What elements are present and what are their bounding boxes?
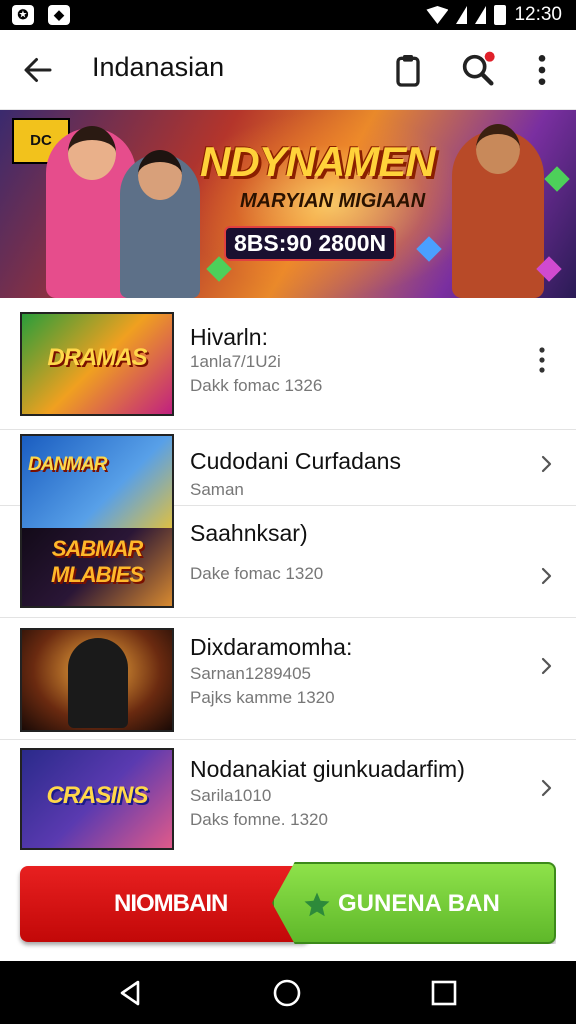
- chevron-right-icon[interactable]: [536, 454, 556, 474]
- game-thumbnail: CRASINS: [20, 748, 174, 850]
- hero-warrior-illustration: [452, 124, 544, 298]
- back-triangle-icon[interactable]: [114, 977, 146, 1009]
- hero-man-illustration: [120, 150, 200, 298]
- item-meta: Sarnan1289405: [190, 664, 312, 683]
- page-title: Indanasian: [92, 52, 225, 82]
- primary-red-button[interactable]: NIOMBAIN: [20, 866, 310, 942]
- banner-title: NDYNAMEN: [200, 138, 436, 185]
- chevron-right-icon[interactable]: [536, 566, 556, 586]
- list-item[interactable]: DRAMAS Hivarln: 1anla7/1U2i Dakk fomac 1…: [0, 298, 576, 430]
- item-meta: Saman: [190, 480, 244, 499]
- item-meta: Dakk fomac 1326: [190, 376, 323, 395]
- item-meta: Pajks kamme 1320: [190, 688, 335, 707]
- secondary-button-label: GUNENA BAN: [338, 890, 500, 917]
- list-item[interactable]: Dixdaramomha: Sarnan1289405 Pajks kamme …: [0, 618, 576, 740]
- system-nav-bar: [0, 961, 576, 1024]
- back-arrow-icon[interactable]: [20, 52, 56, 88]
- list-item[interactable]: CRASINS Nodanakiat giunkuadarfim) Sarila…: [0, 740, 576, 858]
- battery-icon: [494, 5, 507, 25]
- app-icon: ✪: [12, 5, 34, 25]
- game-thumbnail: [20, 628, 174, 732]
- promo-banner[interactable]: DC NDYNAMEN MARYIAN MIGIAAN 8BS:90 2800N: [0, 110, 576, 298]
- signal-icon-2: [475, 6, 487, 24]
- cta-bar: NIOMBAIN GUNENA BAN: [20, 862, 556, 946]
- thumbnail-text: SABMAR MLABIES: [51, 536, 144, 587]
- app-bar: Indanasian: [0, 30, 576, 110]
- item-meta: Sarila1010: [190, 786, 272, 805]
- signal-icon: [456, 6, 468, 24]
- star-icon: [304, 892, 330, 917]
- search-icon[interactable]: [458, 50, 498, 90]
- game-thumbnail: DRAMAS: [20, 312, 174, 416]
- clipboard-icon[interactable]: [388, 50, 428, 90]
- status-time: 12:30: [514, 4, 562, 25]
- item-title: Dixdaramomha:: [190, 634, 353, 660]
- thumbnail-text: CRASINS: [46, 782, 148, 809]
- home-circle-icon[interactable]: [271, 977, 303, 1009]
- recents-square-icon[interactable]: [428, 977, 460, 1009]
- banner-code: 8BS:90 2800N: [224, 226, 397, 261]
- thumbnail-text: DRAMAS: [47, 344, 147, 371]
- chevron-right-icon[interactable]: [536, 778, 556, 798]
- list-item[interactable]: SABMAR MLABIES Saahnksar) Dake fomac 132…: [0, 506, 576, 618]
- thumbnail-text: DANMAR: [28, 454, 107, 475]
- game-thumbnail: SABMAR MLABIES: [20, 528, 174, 608]
- item-meta: Daks fomne. 1320: [190, 810, 328, 829]
- notification-dot: [484, 51, 495, 62]
- gem-icon: [544, 166, 570, 192]
- item-title: Hivarln:: [190, 324, 268, 350]
- cat-icon: ◆: [48, 5, 70, 25]
- status-bar: ✪ ◆ 12:30: [0, 0, 576, 30]
- item-title: Saahnksar): [190, 520, 308, 546]
- more-vert-icon[interactable]: [530, 344, 554, 376]
- secondary-green-button[interactable]: GUNENA BAN: [272, 862, 556, 944]
- item-title: Cudodani Curfadans: [190, 448, 401, 474]
- chevron-right-icon[interactable]: [536, 656, 556, 676]
- wifi-icon: [426, 6, 449, 24]
- dark-warrior-illustration: [68, 638, 128, 728]
- item-meta: 1anla7/1U2i: [190, 352, 281, 371]
- banner-subtitle: MARYIAN MIGIAAN: [240, 190, 426, 212]
- list-item[interactable]: DANMAR Cudodani Curfadans Saman: [0, 430, 576, 530]
- primary-button-label: NIOMBAIN: [114, 890, 228, 917]
- item-meta: Dake fomac 1320: [190, 564, 324, 583]
- more-vert-icon[interactable]: [522, 50, 562, 90]
- item-title: Nodanakiat giunkuadarfim): [190, 756, 465, 782]
